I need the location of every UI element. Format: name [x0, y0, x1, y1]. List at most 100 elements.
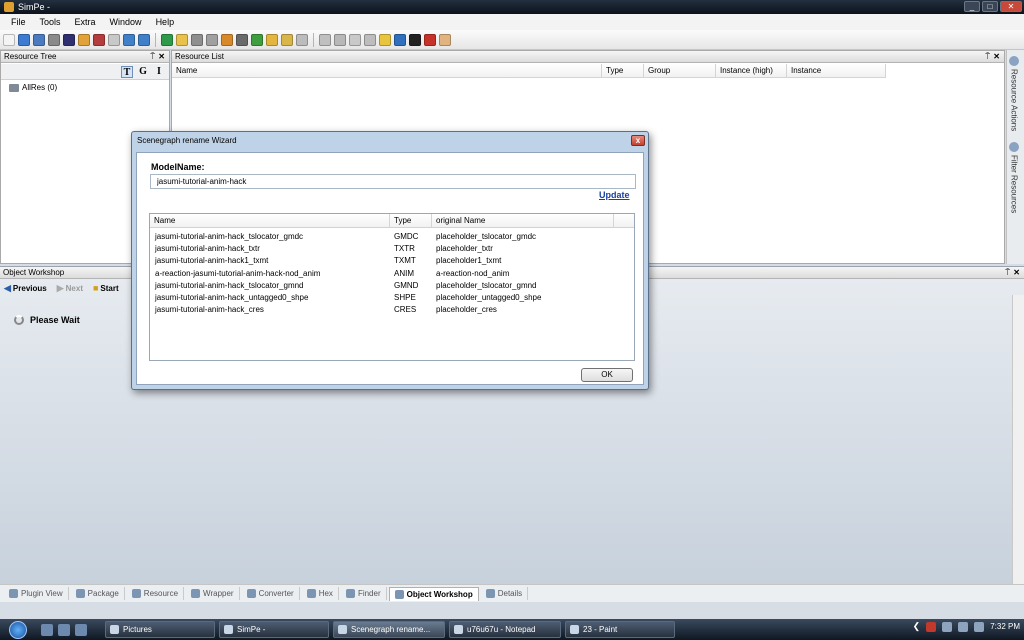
- model-name-input[interactable]: [150, 174, 636, 189]
- table-row[interactable]: a-reaction-jasumi-tutorial-anim-hack-nod…: [150, 268, 634, 280]
- next-button[interactable]: ▶ Next: [57, 283, 83, 294]
- arrow-right-icon: ▶: [56, 282, 64, 293]
- update-link[interactable]: Update: [599, 190, 630, 200]
- tab-finder[interactable]: Finder: [341, 587, 387, 600]
- lot-icon[interactable]: [379, 33, 391, 46]
- start-button[interactable]: ■ Start: [93, 283, 119, 293]
- map-icon[interactable]: [251, 33, 263, 46]
- tab-details[interactable]: Details: [481, 587, 529, 600]
- show-desktop-icon[interactable]: [41, 623, 53, 636]
- tab-converter[interactable]: Converter: [242, 587, 300, 600]
- save-icon[interactable]: [48, 33, 60, 46]
- column-header-instance[interactable]: Instance: [787, 64, 886, 78]
- cut-icon[interactable]: [221, 33, 233, 46]
- sep5-icon[interactable]: [364, 33, 376, 46]
- maximize-button[interactable]: □: [982, 1, 998, 12]
- tab-object-workshop[interactable]: Object Workshop: [388, 586, 479, 601]
- minimize-button[interactable]: _: [964, 1, 980, 12]
- column-header-original-name[interactable]: original Name: [432, 214, 614, 228]
- tab-resource[interactable]: Resource: [127, 587, 185, 600]
- menu-window[interactable]: Window: [103, 17, 149, 27]
- pin-icon[interactable]: ⍑: [1005, 267, 1010, 279]
- menu-tools[interactable]: Tools: [33, 17, 68, 27]
- tab-package[interactable]: Package: [71, 587, 125, 600]
- switch-windows-icon[interactable]: [58, 623, 70, 636]
- menu-help[interactable]: Help: [149, 17, 182, 27]
- table-row[interactable]: jasumi-tutorial-anim-hack_untagged0_shpe…: [150, 292, 634, 304]
- clone-icon[interactable]: [191, 33, 203, 46]
- table-row[interactable]: jasumi-tutorial-anim-hack_cres CRES placeh…: [150, 304, 634, 316]
- dialog-body: ModelName: Update Name Type original Nam…: [136, 152, 644, 385]
- hat-icon[interactable]: [409, 33, 421, 46]
- close-icon[interactable]: ✕: [1013, 267, 1020, 279]
- taskbar-item[interactable]: SimPe -: [219, 621, 329, 638]
- redo-icon[interactable]: [93, 33, 105, 46]
- eraser-icon[interactable]: [439, 33, 451, 46]
- new-icon[interactable]: [3, 33, 15, 46]
- close-window-button[interactable]: ✕: [1000, 1, 1022, 12]
- refresh-icon[interactable]: [394, 33, 406, 46]
- antivirus-icon[interactable]: [926, 621, 937, 632]
- column-header-name[interactable]: Name: [172, 64, 602, 78]
- chevron-left-icon[interactable]: ❮: [913, 621, 921, 632]
- sep4-icon[interactable]: [349, 33, 361, 46]
- sep-icon[interactable]: [296, 33, 308, 46]
- tree-toggle-type[interactable]: T: [121, 66, 133, 78]
- close-icon[interactable]: ✕: [993, 51, 1000, 63]
- taskbar-item[interactable]: Pictures: [105, 621, 215, 638]
- notepad-icon[interactable]: [236, 33, 248, 46]
- delete-icon[interactable]: [206, 33, 218, 46]
- previous-button[interactable]: ◀ Previous: [4, 283, 47, 294]
- workshop-scrollbar[interactable]: [1012, 295, 1024, 585]
- wizard-icon[interactable]: [266, 33, 278, 46]
- plugin-icon[interactable]: [138, 33, 150, 46]
- tab-resource-actions[interactable]: Resource Actions: [1009, 56, 1019, 131]
- sep3-icon[interactable]: [334, 33, 346, 46]
- save-all-icon[interactable]: [123, 33, 135, 46]
- sep2-icon[interactable]: [319, 33, 331, 46]
- tab-plugin-view[interactable]: Plugin View: [4, 587, 69, 600]
- neighbourhood-icon[interactable]: [281, 33, 293, 46]
- menu-file[interactable]: File: [4, 17, 33, 27]
- tab-filter-resources[interactable]: Filter Resources: [1009, 142, 1019, 213]
- tab-hex[interactable]: Hex: [302, 587, 339, 600]
- export-icon[interactable]: [176, 33, 188, 46]
- volume-icon[interactable]: [958, 621, 969, 632]
- column-header-name[interactable]: Name: [150, 214, 390, 228]
- network-icon[interactable]: [942, 621, 953, 632]
- table-row[interactable]: jasumi-tutorial-anim-hack_txtr TXTR placeh…: [150, 243, 634, 255]
- internet-explorer-icon[interactable]: [75, 623, 87, 636]
- tab-icon: [306, 589, 316, 598]
- table-row[interactable]: jasumi-tutorial-anim-hack_tslocator_gmdc…: [150, 231, 634, 243]
- dialog-close-button[interactable]: x: [631, 135, 645, 146]
- tree-toggle-group[interactable]: G: [137, 66, 149, 78]
- taskbar-item[interactable]: 23 - Paint: [565, 621, 675, 638]
- undo-icon[interactable]: [78, 33, 90, 46]
- pin-icon[interactable]: ⍑: [985, 51, 990, 63]
- remove-icon[interactable]: [424, 33, 436, 46]
- ok-button[interactable]: OK: [581, 368, 633, 382]
- taskbar-item[interactable]: u76u67u - Notepad: [449, 621, 561, 638]
- column-header-type[interactable]: Type: [390, 214, 432, 228]
- table-row[interactable]: jasumi-tutorial-anim-hack1_txmt TXMT place…: [150, 255, 634, 267]
- column-header-group[interactable]: Group: [644, 64, 716, 78]
- menu-extra[interactable]: Extra: [68, 17, 103, 27]
- power-icon[interactable]: [974, 621, 985, 632]
- tab-wrapper[interactable]: Wrapper: [186, 587, 240, 600]
- rename-file-list[interactable]: Name Type original Name jasumi-tutorial-…: [149, 213, 635, 361]
- column-header-type[interactable]: Type: [602, 64, 644, 78]
- close-package-icon[interactable]: [63, 33, 75, 46]
- tree-toggle-instance[interactable]: I: [153, 66, 165, 78]
- taskbar-item[interactable]: Scenegraph rename...: [333, 621, 445, 638]
- column-header-instance-high[interactable]: Instance (high): [716, 64, 787, 78]
- table-row[interactable]: jasumi-tutorial-anim-hack_tslocator_gmnd…: [150, 280, 634, 292]
- tree-node-allres[interactable]: AllRes (0): [9, 83, 57, 92]
- start-button[interactable]: [0, 619, 36, 640]
- open-folder-icon[interactable]: [33, 33, 45, 46]
- close-icon[interactable]: ✕: [158, 51, 165, 63]
- import-icon[interactable]: [161, 33, 173, 46]
- open-icon[interactable]: [18, 33, 30, 46]
- options-icon[interactable]: [108, 33, 120, 46]
- pin-icon[interactable]: ⍑: [150, 51, 155, 63]
- clock[interactable]: 7:32 PM: [990, 622, 1020, 631]
